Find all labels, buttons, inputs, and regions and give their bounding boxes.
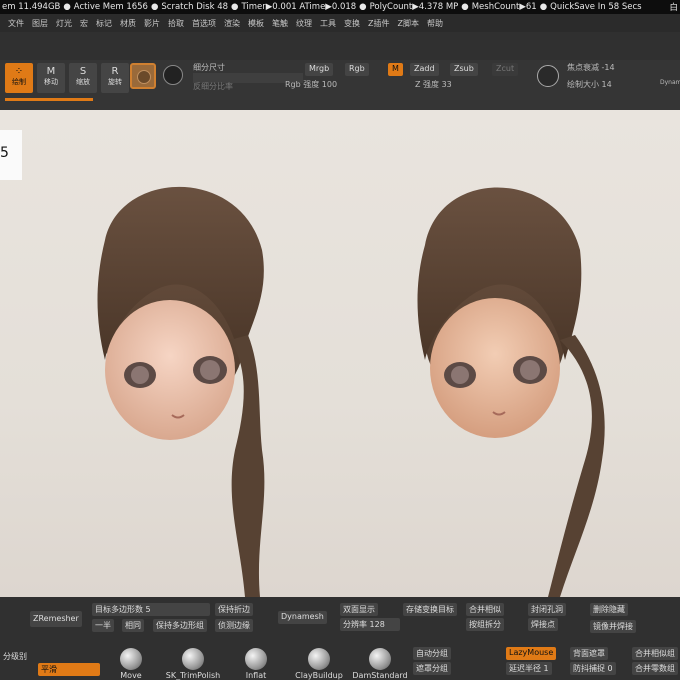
menu-area: 文件 图层 灯光宏标记 材质 影片 拾取 首选项 渲染 模板 笔触 纹理 工具 变换 Z插件 Z脚本 帮助: [0, 14, 680, 60]
canvas-label: 5: [0, 145, 9, 161]
menu-item-10[interactable]: 模板: [248, 18, 264, 29]
draw-size-slider[interactable]: 绘制大小 14: [567, 79, 612, 91]
detect-edge-button[interactable]: 侦测边缘: [215, 619, 253, 632]
scale-icon: S: [79, 66, 87, 77]
status-active-mem: Active Mem 1656: [73, 2, 148, 12]
brush-damstandard[interactable]: DamStandard: [350, 648, 410, 680]
rotate-icon: R: [111, 66, 119, 77]
double-button[interactable]: 双面显示: [340, 603, 378, 616]
menu-item-8[interactable]: 首选项: [192, 18, 216, 29]
menu-item-7[interactable]: 拾取: [168, 18, 184, 29]
viewport-canvas[interactable]: 5: [0, 110, 680, 597]
status-mem: em 11.494GB: [2, 2, 61, 12]
menu-item-6[interactable]: 影片: [144, 18, 160, 29]
merge-similar-group-button[interactable]: 合并相似组: [632, 647, 678, 660]
rgb-intensity-slider[interactable]: Rgb 强度 100: [285, 79, 337, 91]
brush-move-icon: [120, 648, 142, 670]
move-button[interactable]: M 移动: [37, 63, 65, 93]
menu-item-14[interactable]: 变换: [344, 18, 360, 29]
canvas-label-box: 5: [0, 130, 22, 180]
status-meshcount: MeshCount▶61: [471, 2, 537, 12]
draw-icon: ⁘: [14, 66, 24, 77]
resolution-slider[interactable]: 分辨率 128: [340, 618, 400, 631]
keep-poly-button[interactable]: 保持多边形组: [153, 619, 207, 632]
dynamesh-button[interactable]: Dynamesh: [278, 611, 327, 624]
menu-item-2[interactable]: 灯光: [56, 18, 72, 29]
scale-button[interactable]: S 缩放: [69, 63, 97, 93]
keep-crease-button[interactable]: 保持折边: [215, 603, 253, 616]
active-tool-indicator: [5, 98, 93, 101]
mirror-weld-button[interactable]: 镜像并焊接: [590, 620, 636, 633]
zcut-button[interactable]: Zcut: [492, 63, 519, 76]
merge-zero-button[interactable]: 合并零数组: [632, 662, 678, 675]
status-bar: em 11.494GB ● Active Mem 1656 ● Scratch Di…: [0, 0, 680, 14]
brush-damstandard-icon: [369, 648, 391, 670]
menu-item-3[interactable]: 宏: [80, 18, 88, 29]
lazy-radius-slider[interactable]: 延迟半径 1: [506, 662, 552, 675]
lazymouse-button[interactable]: LazyMouse: [506, 647, 557, 660]
target-poly-slider[interactable]: 目标多边形数 5: [92, 603, 210, 616]
brush-trimpolish[interactable]: SK_TrimPolish: [163, 648, 223, 680]
zadd-button[interactable]: Zadd: [410, 63, 439, 76]
menu-item-9[interactable]: 渲染: [224, 18, 240, 29]
move-icon: M: [46, 66, 56, 77]
focal-shift-slider[interactable]: 焦点衰减 -14: [567, 62, 615, 74]
subdiv-ratio-label: 反细分比率: [193, 82, 233, 91]
weld-points-button[interactable]: 焊接点: [528, 618, 558, 631]
menu-bar: 文件 图层 灯光宏标记 材质 影片 拾取 首选项 渲染 模板 笔触 纹理 工具 变换 Z插件 Z脚本 帮助: [0, 14, 680, 32]
merge-similar-button[interactable]: 合并相似: [466, 603, 504, 616]
brush-claybuildup[interactable]: ClayBuildup: [289, 648, 349, 680]
texture-selector[interactable]: [163, 65, 183, 85]
back-mask-button[interactable]: 背面遮罩: [570, 647, 608, 660]
status-scratch: Scratch Disk 48: [161, 2, 229, 12]
brush-inflat[interactable]: Inflat: [226, 648, 286, 680]
menu-item-16[interactable]: Z脚本: [397, 18, 418, 29]
close-holes-button[interactable]: 封闭孔洞: [528, 603, 566, 616]
split-group-button[interactable]: 按组拆分: [466, 618, 504, 631]
same-button[interactable]: 相同: [122, 619, 144, 632]
zsub-button[interactable]: Zsub: [450, 63, 478, 76]
brush-move[interactable]: Move: [101, 648, 161, 680]
menu-item-0[interactable]: 文件: [8, 18, 24, 29]
m-button[interactable]: M: [388, 63, 403, 76]
menu-item-12[interactable]: 纹理: [296, 18, 312, 29]
draw-button[interactable]: ⁘ 绘制: [5, 63, 33, 93]
rotate-button[interactable]: R 旋转: [101, 63, 129, 93]
status-right: 白: [669, 3, 678, 13]
half-button[interactable]: 一半: [92, 619, 114, 632]
brush-trimpolish-icon: [182, 648, 204, 670]
stroke-icon[interactable]: [537, 65, 559, 87]
status-timer: Timer▶0.001 ATime▶0.018: [241, 2, 357, 12]
menu-item-15[interactable]: Z插件: [368, 18, 389, 29]
anti-jitter-slider[interactable]: 防抖捕捉 0: [570, 662, 616, 675]
brush-claybuildup-icon: [308, 648, 330, 670]
menu-item-13[interactable]: 工具: [320, 18, 336, 29]
material-selector[interactable]: [130, 63, 156, 89]
zremesher-button[interactable]: ZRemesher: [30, 611, 82, 627]
head-model-left: [97, 186, 265, 597]
z-intensity-slider[interactable]: Z 强度 33: [415, 79, 452, 91]
store-morph-button[interactable]: 存储变换目标: [403, 603, 457, 616]
smooth-button[interactable]: 平滑: [38, 663, 100, 676]
menu-item-5[interactable]: 材质: [120, 18, 136, 29]
status-quicksave: QuickSave In 58 Secs: [550, 2, 642, 12]
dynamic-button[interactable]: Dynam: [660, 79, 680, 91]
mask-group-button[interactable]: 遮罩分组: [413, 662, 451, 675]
head-model-right: [417, 187, 605, 597]
status-polycount: PolyCount▶4.378 MP: [369, 2, 459, 12]
brush-inflat-icon: [245, 648, 267, 670]
mrgb-button[interactable]: Mrgb: [305, 63, 334, 76]
menu-item-17[interactable]: 帮助: [427, 18, 443, 29]
subdiv-level-label: 分级别: [3, 652, 27, 661]
menu-item-1[interactable]: 图层: [32, 18, 48, 29]
menu-item-11[interactable]: 笔触: [272, 18, 288, 29]
delete-hidden-button[interactable]: 删除隐藏: [590, 603, 628, 616]
auto-group-button[interactable]: 自动分组: [413, 647, 451, 660]
menu-item-4[interactable]: 标记: [96, 18, 112, 29]
sculpt-models: [97, 186, 605, 597]
rgb-button[interactable]: Rgb: [345, 63, 369, 76]
